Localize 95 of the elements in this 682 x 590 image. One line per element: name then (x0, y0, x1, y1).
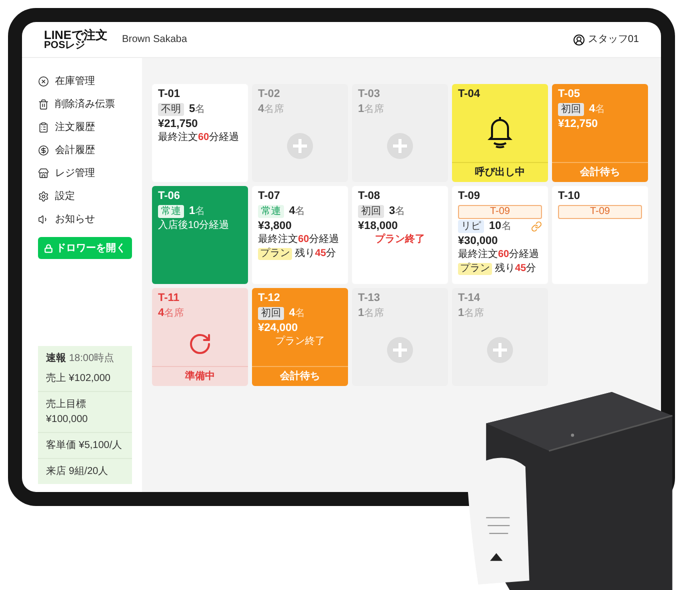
linked-table-badge: T-09 (558, 204, 642, 219)
bell-icon (485, 115, 515, 150)
time-remaining: 残り 45分 (295, 248, 336, 260)
plus-icon[interactable] (487, 336, 513, 363)
speaker-icon (38, 214, 49, 225)
customer-tag: 常連 (158, 205, 184, 218)
logo-subtitle: POSレジ (44, 40, 86, 50)
table-card[interactable]: T-07 常連 4名 ¥3,800 最終注文60分経過 プラン 残り 45分 (252, 186, 348, 284)
status-label: 会計待ち (252, 366, 348, 386)
order-amount: ¥30,000 (458, 234, 499, 248)
report-title: 速報 (46, 352, 66, 366)
circle-x-icon (38, 76, 49, 87)
table-number: T-01 (158, 88, 182, 102)
plus-icon[interactable] (387, 132, 413, 159)
table-number: T-08 (358, 190, 382, 204)
status-label: 呼び出し中 (452, 162, 548, 182)
status-note: 最終注文60分経過 (158, 132, 240, 145)
table-number: T-07 (258, 190, 282, 204)
guest-count: 1名席 (458, 306, 484, 320)
status-note: 入店後10分経過 (158, 220, 230, 232)
order-amount: ¥12,750 (558, 118, 599, 132)
table-card[interactable]: T-08 初回 3名 ¥18,000 プラン終了 (352, 186, 448, 284)
order-amount: ¥3,800 (258, 220, 293, 234)
sidebar-item[interactable]: 在庫管理 (38, 70, 132, 93)
customer-tag: 初回 (358, 205, 384, 218)
table-number: T-05 (558, 88, 582, 102)
guest-count: 10名 (489, 220, 512, 234)
table-number: T-13 (358, 292, 382, 306)
settings-icon (38, 191, 49, 202)
report-row: 来店 9組/20人 (38, 458, 132, 484)
guest-count: 4名 (589, 102, 606, 116)
guest-count: 4名席 (158, 306, 184, 320)
sidebar-item[interactable]: お知らせ (38, 208, 132, 231)
customer-tag: リピ (458, 220, 484, 234)
table-number: T-12 (258, 292, 282, 306)
customer-tag: 初回 (258, 307, 284, 320)
guest-count: 4名 (289, 204, 306, 218)
order-amount: ¥21,750 (158, 118, 199, 132)
store-icon (38, 168, 49, 179)
table-number: T-14 (458, 292, 482, 306)
trash-icon (38, 99, 49, 110)
table-card[interactable]: T-12 初回 4名 ¥24,000 プラン終了 会計待ち (252, 288, 348, 386)
table-number: T-02 (258, 88, 282, 102)
customer-tag: 初回 (558, 103, 584, 116)
table-card[interactable]: T-01 不明 5名 ¥21,750 最終注文60分経過 (152, 84, 248, 182)
sidebar-item[interactable]: 設定 (38, 185, 132, 208)
status-note: 最終注文60分経過 (258, 234, 340, 247)
table-card[interactable]: T-09 T-09 リピ 10名 ¥30,000 最終注文60分経過 プラン 残り 45分 (452, 186, 548, 284)
guest-count: 3名 (389, 204, 406, 218)
refresh-icon (188, 332, 212, 356)
guest-count: 4名 (289, 306, 306, 320)
table-number: T-06 (158, 190, 182, 204)
logo-title: LINEで注文 (44, 28, 108, 40)
guest-count: 1名席 (358, 102, 384, 116)
sidebar-item[interactable]: 削除済み伝票 (38, 93, 132, 116)
customer-tag: 常連 (258, 205, 284, 218)
order-amount: ¥24,000 (258, 322, 299, 336)
status-note: 最終注文60分経過 (458, 249, 540, 262)
guest-count: 1名席 (358, 306, 384, 320)
table-card[interactable]: T-04 呼び出し中 (452, 84, 548, 182)
report-time: 18:00時点 (69, 352, 114, 366)
status-note: プラン終了 (374, 234, 426, 247)
report-row: 客単価 ¥5,100/人 (38, 432, 132, 458)
table-card[interactable]: T-10 T-09 (552, 186, 648, 284)
plan-tag: プラン (458, 263, 492, 275)
status-label: 準備中 (152, 366, 248, 386)
lock-icon (44, 244, 53, 252)
sidebar-item[interactable]: 注文履歴 (38, 116, 132, 139)
table-number: T-04 (458, 88, 482, 102)
guest-count: 1名 (189, 204, 206, 218)
store-name: Brown Sakaba (122, 33, 188, 47)
staff-name[interactable]: スタッフ01 (588, 32, 639, 47)
table-card[interactable]: T-05 初回 4名 ¥12,750 会計待ち (552, 84, 648, 182)
clipboard-icon (38, 122, 49, 133)
table-number: T-03 (358, 88, 382, 102)
table-number: T-10 (558, 190, 582, 204)
plan-tag: プラン (258, 248, 292, 260)
table-number: T-09 (458, 190, 482, 204)
sidebar-item[interactable]: 会計履歴 (38, 139, 132, 162)
report-row-text: 売上 ¥102,000 (45, 372, 112, 386)
report-row: 売上目標 ¥100,000 (38, 391, 132, 432)
plus-icon[interactable] (387, 336, 413, 363)
user-icon[interactable] (572, 34, 585, 46)
customer-tag: 不明 (158, 103, 184, 116)
time-remaining: 残り 45分 (495, 262, 536, 276)
order-amount: ¥18,000 (358, 220, 399, 233)
coin-icon (38, 145, 49, 156)
guest-count: 4名席 (258, 102, 284, 116)
plus-icon[interactable] (287, 132, 313, 159)
guest-count: 5名 (189, 102, 206, 116)
status-label: 会計待ち (552, 162, 648, 182)
linked-table-badge: T-09 (458, 204, 542, 219)
table-number: T-11 (158, 292, 180, 306)
sidebar-item[interactable]: レジ管理 (38, 162, 132, 185)
status-note: プラン終了 (274, 336, 326, 349)
